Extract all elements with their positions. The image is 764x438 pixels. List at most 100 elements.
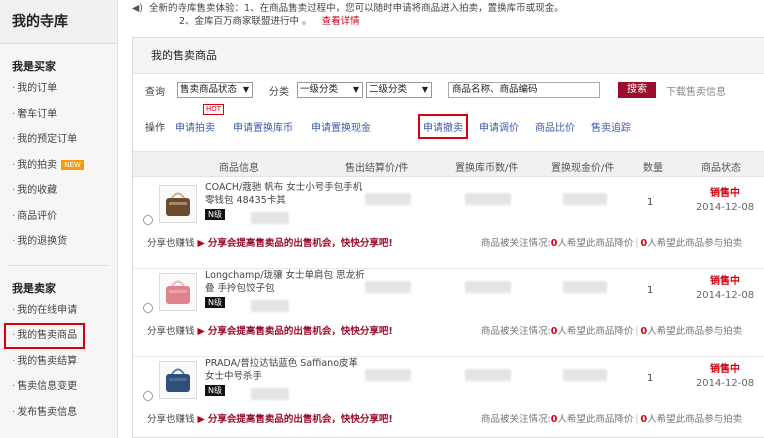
bullet-icon: · <box>12 210 16 222</box>
blurred-price <box>465 193 511 205</box>
sidebar-item[interactable]: · 售卖信息变更 <box>0 374 117 400</box>
share-label[interactable]: 分享也赚钱 <box>147 414 195 425</box>
table-header: 商品信息 售出结算价/件 置换库币数/件 置换现金价/件 数量 商品状态 <box>133 151 764 177</box>
sidebar-item[interactable]: · 我的预定订单 <box>0 127 117 153</box>
separator: | <box>635 326 639 337</box>
price-drop-text: 人希望此商品降价 <box>557 326 634 337</box>
product-thumbnail <box>159 361 197 399</box>
blurred-price <box>563 281 607 293</box>
share-promo-text[interactable]: 分享会提高售卖品的出售机会，快快分享吧! <box>208 414 393 425</box>
price-drop-text: 人希望此商品降价 <box>557 238 634 249</box>
bullet-icon: · <box>12 406 16 418</box>
filter-label: 查询 <box>145 86 165 98</box>
sidebar-item[interactable]: · 我的订单 <box>0 76 117 102</box>
panel-title: 我的售卖商品 <box>133 38 764 74</box>
category2-select[interactable]: 二级分类 ▼ <box>366 82 432 98</box>
share-label[interactable]: 分享也赚钱 <box>147 326 195 337</box>
auction-text: 人希望此商品参与拍卖 <box>647 326 743 337</box>
share-label[interactable]: 分享也赚钱 <box>147 238 195 249</box>
sidebar-item-label: 我的售卖商品 <box>17 330 78 341</box>
col-coin-count: 置换库币数/件 <box>455 163 519 174</box>
bullet-icon: · <box>12 381 16 392</box>
blurred-price <box>365 193 411 205</box>
blurred-price <box>563 193 607 205</box>
blurred-code <box>251 300 289 312</box>
sidebar-item[interactable]: · 我的售卖商品 <box>4 323 85 349</box>
buyer-menu: · 我的订单 · 奢车订单 · 我的预定订单 · 我的拍卖 NEW · 我的收藏 · 商品评价 · 我的退换… <box>0 76 117 255</box>
product-thumbnail <box>159 185 197 223</box>
grade-tag: N级 <box>205 385 225 396</box>
sidebar-item[interactable]: · 发布售卖信息 <box>0 400 117 426</box>
bullet-icon: · <box>12 134 16 145</box>
op-link[interactable]: 申请置换现金 <box>311 119 371 134</box>
op-link[interactable]: 售卖追踪 <box>591 119 631 134</box>
buyer-section-title: 我是买家 <box>12 60 56 73</box>
op-link[interactable]: 申请置换库币 <box>233 119 293 134</box>
category2-value: 二级分类 <box>369 84 408 95</box>
row-radio[interactable] <box>143 215 153 225</box>
sidebar-item-label: 我的在线申请 <box>17 304 78 316</box>
bullet-icon: · <box>12 236 16 247</box>
concern-label: 商品被关注情况: <box>481 414 551 425</box>
search-button[interactable]: 搜索 <box>618 82 656 98</box>
sidebar-item[interactable]: · 商品评价 <box>0 204 117 230</box>
op-link[interactable]: 申请撤卖 <box>418 113 468 139</box>
op-link[interactable]: 申请调价 <box>479 119 519 134</box>
row-radio[interactable] <box>143 303 153 313</box>
status-text: 销售中 <box>710 188 740 199</box>
col-cash-price: 置换现金价/件 <box>551 163 615 174</box>
chevron-down-icon: ▼ <box>242 85 249 94</box>
concern-label: 商品被关注情况: <box>481 238 551 249</box>
blurred-code <box>251 388 289 400</box>
seller-section-title: 我是卖家 <box>12 281 56 295</box>
sidebar-item[interactable]: · 我的退换货 <box>0 229 117 255</box>
quantity: 1 <box>647 197 654 208</box>
col-product-info: 商品信息 <box>219 163 259 174</box>
op-link[interactable]: 商品比价 <box>535 119 575 134</box>
col-status: 商品状态 <box>701 163 741 174</box>
product-name-link[interactable]: COACH/蔻驰 帆布 女士小号手包手机零钱包 48435卡其 <box>205 181 365 207</box>
product-name-link[interactable]: PRADA/普拉达钴蓝色 Saffiano皮革女士中号杀手 <box>205 357 365 383</box>
search-input[interactable]: 商品名称、商品编码 <box>448 82 600 98</box>
notice-details-link[interactable]: 查看详情 <box>322 16 360 27</box>
arrow-right-icon: ▶ <box>197 414 205 425</box>
table-row: PRADA/普拉达钴蓝色 Saffiano皮革女士中号杀手 N级 1 销售中 2014-… <box>133 355 764 438</box>
table-row: Longchamp/珑骧 女士单肩包 思龙折叠 手拎包饺子包 N级 1 销售中 2014… <box>133 267 764 357</box>
chevron-down-icon: ▼ <box>352 85 359 94</box>
product-name-link[interactable]: Longchamp/珑骧 女士单肩包 思龙折叠 手拎包饺子包 <box>205 269 365 295</box>
sidebar-item[interactable]: · 我的收藏 <box>0 178 117 204</box>
blurred-price <box>365 369 411 381</box>
sidebar-item-label: 商品评价 <box>17 210 58 222</box>
op-link[interactable]: 申请拍卖 HOT <box>175 103 225 134</box>
blurred-price <box>365 281 411 293</box>
sidebar: 我的寺库 我是买家 · 我的订单 · 奢车订单 · 我的预定订单 · 我的拍卖 NEW · 我的收藏… <box>0 0 118 438</box>
sidebar-item[interactable]: · 我的在线申请 <box>0 298 117 324</box>
blurred-price <box>465 281 511 293</box>
sidebar-item-label: 我的售卖结算 <box>17 355 78 367</box>
bullet-icon: · <box>12 108 16 120</box>
bullet-icon: · <box>12 83 16 94</box>
category1-select[interactable]: 一级分类 ▼ <box>297 82 363 98</box>
sidebar-item-label: 我的订单 <box>17 83 58 94</box>
download-info-link[interactable]: 下载售卖信息 <box>666 83 726 98</box>
row-radio[interactable] <box>143 391 153 401</box>
product-thumbnail <box>159 273 197 311</box>
sidebar-item[interactable]: · 我的拍卖 NEW <box>0 153 117 179</box>
bullet-icon: · <box>12 355 16 367</box>
sidebar-item-label: 我的预定订单 <box>17 134 78 145</box>
sidebar-item-label: 奢车订单 <box>17 108 58 120</box>
status-select[interactable]: 售卖商品状态 ▼ <box>177 82 253 98</box>
main-panel: 我的售卖商品 查询 售卖商品状态 ▼ 分类 一级分类 ▼ 二级分类 ▼ 商品名称… <box>132 37 764 438</box>
status-cell: 销售中 2014-12-08 <box>693 187 757 215</box>
status-text: 销售中 <box>710 364 740 375</box>
operations-label: 操作 <box>145 122 165 134</box>
concern-label: 商品被关注情况: <box>481 326 551 337</box>
sidebar-item[interactable]: · 我的售卖结算 <box>0 349 117 375</box>
hot-badge: HOT <box>203 103 225 115</box>
sidebar-item[interactable]: · 奢车订单 <box>0 102 117 128</box>
sidebar-item-label: 我的退换货 <box>17 236 68 247</box>
share-promo-text[interactable]: 分享会提高售卖品的出售机会，快快分享吧! <box>208 326 393 337</box>
share-promo-text[interactable]: 分享会提高售卖品的出售机会，快快分享吧! <box>208 238 393 249</box>
grade-tag: N级 <box>205 209 225 220</box>
share-row: 分享也赚钱 ▶ 分享会提高售卖品的出售机会，快快分享吧! <box>147 411 393 425</box>
